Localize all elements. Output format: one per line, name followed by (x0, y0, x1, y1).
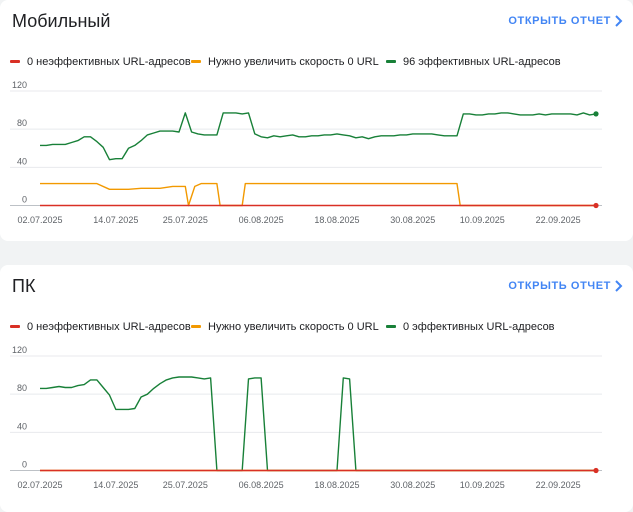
x-tick-label: 06.08.2025 (239, 480, 284, 490)
mobile-line-chart: 0 40 80 120 02.07.2025 14.07.2025 25.07.2025 06… (10, 80, 602, 225)
x-tick-label: 18.08.2025 (314, 480, 359, 490)
y-tick-label: 120 (12, 345, 27, 355)
series-line-good (40, 112, 597, 161)
x-tick-label: 18.08.2025 (314, 215, 359, 225)
y-tick-label: 0 (22, 195, 27, 205)
x-tick-label: 10.09.2025 (460, 215, 505, 225)
x-tick-label: 02.07.2025 (17, 480, 62, 490)
series-line-needs-improvement (40, 182, 596, 207)
x-tick-label: 06.08.2025 (239, 215, 284, 225)
x-tick-label: 14.07.2025 (93, 480, 138, 490)
y-tick-label: 120 (12, 80, 27, 90)
series-end-point-poor (593, 467, 599, 474)
series-end-point-poor (593, 202, 599, 209)
x-tick-label: 25.07.2025 (163, 215, 208, 225)
y-tick-label: 0 (22, 460, 27, 470)
series-end-point-good (593, 111, 599, 117)
mobile-card: Мобильный ОТКРЫТЬ ОТЧЕТ 0 неэффективных … (0, 0, 633, 241)
x-tick-label: 22.09.2025 (536, 480, 581, 490)
x-tick-label: 14.07.2025 (93, 215, 138, 225)
y-tick-label: 40 (17, 421, 27, 431)
pc-line-chart: 0 40 80 120 02.07.2025 14.07.2025 25.07.2025 06… (10, 345, 602, 490)
x-tick-label: 02.07.2025 (17, 215, 62, 225)
y-tick-label: 40 (17, 156, 27, 166)
x-tick-label: 30.08.2025 (390, 215, 435, 225)
y-tick-label: 80 (17, 383, 27, 393)
x-tick-label: 25.07.2025 (163, 480, 208, 490)
x-tick-label: 10.09.2025 (460, 480, 505, 490)
y-tick-label: 80 (17, 118, 27, 128)
x-tick-label: 22.09.2025 (536, 215, 581, 225)
x-tick-label: 30.08.2025 (390, 480, 435, 490)
series-line-good (40, 376, 596, 472)
pc-card: ПК ОТКРЫТЬ ОТЧЕТ 0 неэффективных URL-адр… (0, 265, 633, 512)
